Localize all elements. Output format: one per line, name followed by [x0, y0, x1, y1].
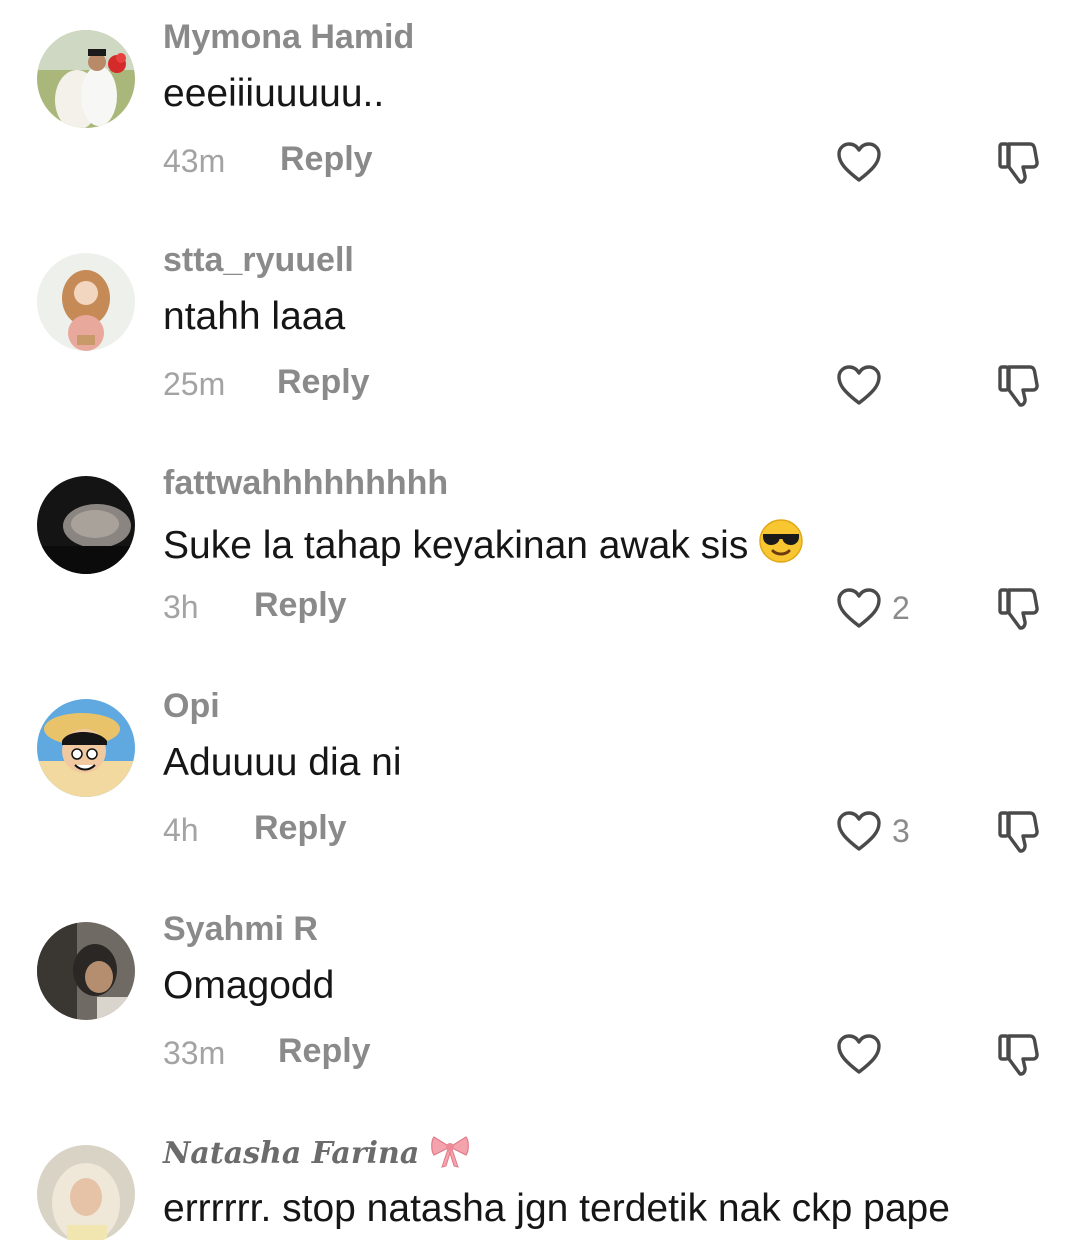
heart-icon [836, 1033, 882, 1075]
avatar-image [37, 699, 135, 797]
ribbon-bow-icon [419, 1136, 469, 1171]
heart-icon [836, 587, 882, 629]
comment-timestamp: 4h [163, 812, 199, 848]
comment-text: eeeiiiuuuuu.. [163, 72, 385, 115]
avatar[interactable] [37, 30, 135, 128]
like-count: 2 [892, 589, 910, 626]
dislike-button[interactable] [996, 363, 1044, 409]
comment-text: Aduuuu dia ni [163, 741, 402, 784]
avatar-image [37, 1145, 135, 1240]
comment-text-body: Suke la tahap keyakinan awak sis [163, 524, 749, 567]
comment-item: stta_ryuuell ntahh laaa 25m Reply [0, 223, 1080, 446]
reply-button[interactable]: Reply [277, 363, 370, 402]
dislike-button[interactable] [996, 586, 1044, 632]
comment-username[interactable]: stta_ryuuell [163, 241, 354, 280]
dislike-button[interactable] [996, 1032, 1044, 1078]
heart-icon [836, 364, 882, 406]
comment-timestamp: 43m [163, 143, 226, 179]
comment-text: Omagodd [163, 964, 335, 1007]
avatar-image [37, 922, 135, 1020]
comment-timestamp: 3h [163, 589, 199, 625]
thumbs-down-icon [996, 809, 1044, 855]
thumbs-down-icon [996, 586, 1044, 632]
like-button[interactable]: 3 [836, 810, 910, 852]
like-button[interactable] [836, 141, 892, 183]
like-button[interactable] [836, 364, 892, 406]
reply-button[interactable]: Reply [254, 586, 347, 625]
comment-text: Suke la tahap keyakinan awak sis [163, 518, 804, 568]
like-button[interactable]: 2 [836, 587, 910, 629]
comment-item: Syahmi R Omagodd 33m Reply [0, 892, 1080, 1115]
avatar[interactable] [37, 922, 135, 1020]
comment-username[interactable]: fattwahhhhhhhhh [163, 464, 448, 503]
like-button[interactable] [836, 1033, 892, 1075]
reply-button[interactable]: Reply [254, 809, 347, 848]
avatar[interactable] [37, 1145, 135, 1240]
avatar[interactable] [37, 476, 135, 574]
comment-item: Natasha Farina errrrrr. stop natasha jgn… [0, 1115, 1080, 1240]
heart-icon [836, 810, 882, 852]
comment-username[interactable]: Mymona Hamid [163, 18, 414, 57]
reply-button[interactable]: Reply [280, 140, 373, 179]
thumbs-down-icon [996, 363, 1044, 409]
comment-username[interactable]: Syahmi R [163, 910, 318, 949]
comment-text: errrrrr. stop natasha jgn terdetik nak c… [163, 1187, 950, 1230]
avatar-image [37, 476, 135, 574]
comment-item: Mymona Hamid eeeiiiuuuuu.. 43m Reply [0, 0, 1080, 223]
thumbs-down-icon [996, 140, 1044, 186]
comment-username-text: Natasha Farina [163, 1136, 420, 1171]
heart-icon [836, 141, 882, 183]
dislike-button[interactable] [996, 809, 1044, 855]
comment-text: ntahh laaa [163, 295, 346, 338]
reply-button[interactable]: Reply [278, 1032, 371, 1071]
avatar[interactable] [37, 253, 135, 351]
sunglasses-emoji-icon [758, 518, 804, 564]
comment-timestamp: 33m [163, 1035, 226, 1071]
comment-timestamp: 25m [163, 366, 226, 402]
comment-username[interactable]: Opi [163, 687, 220, 726]
avatar[interactable] [37, 699, 135, 797]
thumbs-down-icon [996, 1032, 1044, 1078]
comment-list: Mymona Hamid eeeiiiuuuuu.. 43m Reply stt… [0, 0, 1080, 1240]
avatar-image [37, 30, 135, 128]
comment-username[interactable]: Natasha Farina [163, 1133, 470, 1171]
comment-item: fattwahhhhhhhhh Suke la tahap keyakinan … [0, 446, 1080, 669]
dislike-button[interactable] [996, 140, 1044, 186]
comment-item: Opi Aduuuu dia ni 4h Reply 3 [0, 669, 1080, 892]
like-count: 3 [892, 812, 910, 849]
avatar-image [37, 253, 135, 351]
